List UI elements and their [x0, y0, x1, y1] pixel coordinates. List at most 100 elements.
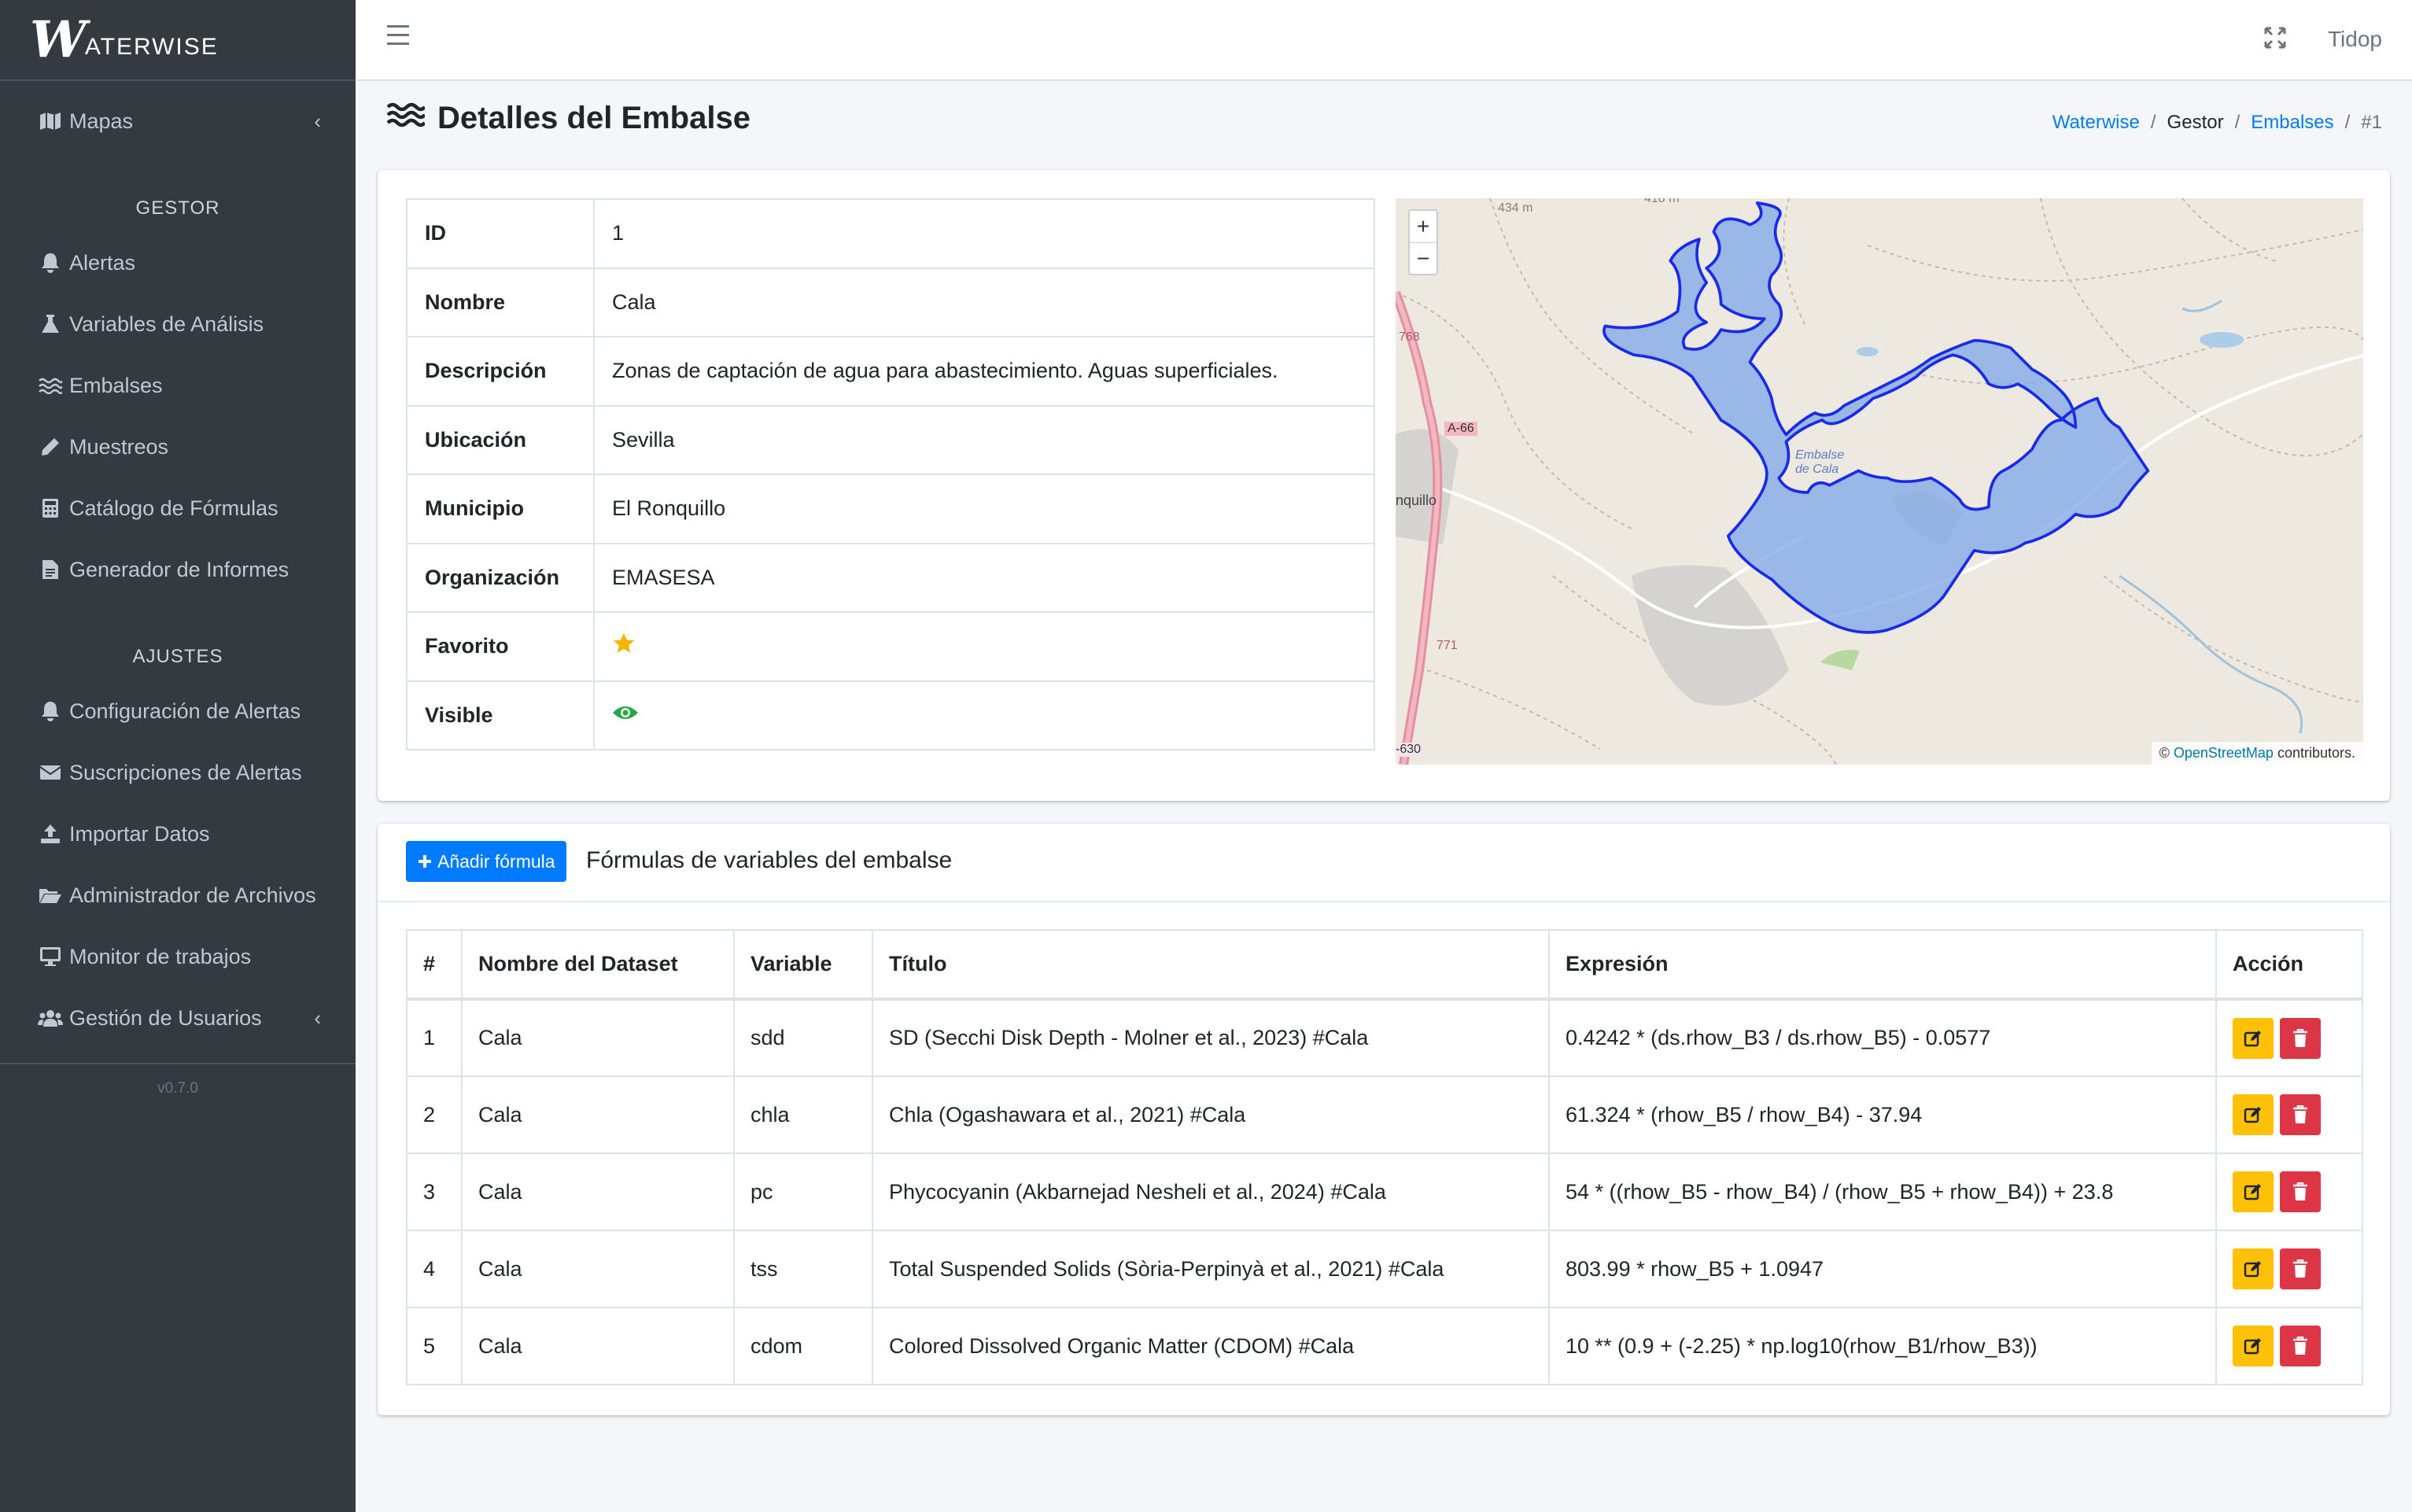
sidebar-item-archivos[interactable]: Administrador de Archivos	[0, 865, 356, 926]
sidebar-item-label: Configuración de Alertas	[69, 699, 301, 723]
edit-button[interactable]	[2233, 1171, 2274, 1212]
map-label-road: -630	[1396, 743, 1422, 757]
sidebar-item-muestreos[interactable]: Muestreos	[0, 416, 356, 478]
top-navbar: Tidop	[356, 0, 2412, 81]
eye-icon[interactable]	[612, 703, 639, 722]
formulas-table: # Nombre del Dataset Variable Título Exp…	[406, 929, 2363, 1385]
actions-cell	[2215, 1075, 2363, 1154]
sidebar-item-usuarios[interactable]: Gestión de Usuarios ‹	[0, 987, 356, 1049]
sidebar-item-label: Mapas	[69, 109, 134, 133]
table-row: 2 Cala chla Chla (Ogashawara et al., 202…	[406, 1075, 2363, 1154]
sidebar-item-importar[interactable]: Importar Datos	[0, 803, 356, 865]
edit-button[interactable]	[2233, 1017, 2274, 1059]
fullscreen-icon[interactable]	[2264, 27, 2286, 54]
sidebar-item-informes[interactable]: Generador de Informes	[0, 539, 356, 600]
star-icon[interactable]	[612, 632, 636, 655]
folder-open-icon	[36, 887, 65, 904]
variable-cell: sdd	[733, 998, 873, 1077]
table-row: 3 Cala pc Phycocyanin (Akbarnejad Neshel…	[406, 1152, 2363, 1231]
zoom-in-button[interactable]: +	[1410, 211, 1437, 242]
map-label-road: A-66	[1444, 422, 1477, 436]
title-cell: SD (Secchi Disk Depth - Molner et al., 2…	[872, 998, 1550, 1077]
detail-key: Descripción	[406, 336, 595, 407]
sidebar-item-label: Alertas	[69, 250, 136, 275]
trash-icon	[2293, 1182, 2307, 1200]
variable-cell: chla	[733, 1075, 873, 1154]
edit-icon	[2244, 1030, 2261, 1046]
sidebar-item-mapas[interactable]: Mapas ‹	[0, 90, 356, 152]
column-header: Expresión	[1548, 929, 2217, 1001]
water-icon	[386, 101, 426, 136]
edit-button[interactable]	[2233, 1094, 2274, 1135]
table-row: Favorito	[406, 611, 1375, 682]
calculator-icon	[36, 498, 65, 518]
actions-cell	[2215, 998, 2363, 1077]
table-row: Municipio El Ronquillo	[406, 474, 1375, 544]
trash-icon	[2293, 1105, 2307, 1123]
breadcrumb-waterwise[interactable]: Waterwise	[2052, 112, 2140, 134]
map-label-road: 771	[1437, 639, 1458, 652]
delete-button[interactable]	[2280, 1248, 2321, 1289]
brand-logo[interactable]: W ATERWISE	[0, 0, 356, 81]
sidebar-item-label: Embalses	[69, 373, 163, 397]
sidebar-item-alertas[interactable]: Alertas	[0, 232, 356, 293]
breadcrumb-embalses[interactable]: Embalses	[2251, 112, 2333, 134]
row-number: 3	[406, 1152, 463, 1231]
column-header: Acción	[2215, 929, 2363, 1001]
map-tiles	[1396, 198, 2363, 765]
edit-icon	[2244, 1107, 2261, 1123]
title-cell: Phycocyanin (Akbarnejad Nesheli et al., …	[872, 1152, 1550, 1231]
menu-toggle-icon[interactable]	[387, 25, 409, 51]
delete-button[interactable]	[2280, 1017, 2321, 1059]
delete-button[interactable]	[2280, 1326, 2321, 1366]
map-icon	[36, 112, 65, 131]
delete-button[interactable]	[2280, 1171, 2321, 1212]
chevron-left-icon: ‹	[314, 1005, 321, 1030]
title-cell: Colored Dissolved Organic Matter (CDOM) …	[872, 1307, 1550, 1385]
zoom-out-button[interactable]: −	[1410, 242, 1437, 274]
add-formula-button[interactable]: Añadir fórmula	[406, 841, 566, 882]
edit-icon	[2244, 1261, 2261, 1278]
sidebar-item-variables[interactable]: Variables de Análisis	[0, 293, 356, 355]
sidebar-item-monitor[interactable]: Monitor de trabajos	[0, 926, 356, 987]
attribution-link[interactable]: OpenStreetMap	[2174, 745, 2274, 761]
user-menu[interactable]: Tidop	[2328, 27, 2382, 52]
detail-value: Cala	[593, 267, 1375, 337]
desktop-icon	[36, 946, 65, 967]
sidebar-item-label: Variables de Análisis	[69, 312, 264, 336]
map-attribution: © OpenStreetMap contributors.	[2151, 742, 2363, 765]
map-label-elevation: 418 m	[1644, 198, 1680, 205]
sidebar-item-suscripciones[interactable]: Suscripciones de Alertas	[0, 742, 356, 803]
delete-button[interactable]	[2280, 1094, 2321, 1135]
detail-key: Organización	[406, 542, 595, 613]
breadcrumb-separator: /	[2344, 112, 2351, 133]
edit-button[interactable]	[2233, 1326, 2274, 1366]
table-row: Organización EMASESA	[406, 542, 1375, 613]
flask-icon	[36, 314, 65, 334]
reservoir-details-card: ID 1 Nombre Cala Descripción Zonas de capta…	[378, 170, 2390, 801]
sidebar-item-catalogo[interactable]: Catálogo de Fórmulas	[0, 478, 356, 539]
trash-icon	[2293, 1028, 2307, 1047]
envelope-icon	[36, 764, 65, 781]
table-row: Visible	[406, 680, 1375, 750]
expression-cell: 0.4242 * (ds.rhow_B3 / ds.rhow_B5) - 0.0…	[1548, 998, 2217, 1077]
title-cell: Total Suspended Solids (Sòria-Perpinyà e…	[872, 1230, 1550, 1308]
detail-value: 1	[593, 198, 1375, 269]
sidebar-item-config-alertas[interactable]: Configuración de Alertas	[0, 680, 356, 742]
row-number: 2	[406, 1075, 463, 1154]
section-header-ajustes: AJUSTES	[132, 646, 223, 667]
bell-icon	[36, 701, 65, 721]
sidebar-item-embalses[interactable]: Embalses	[0, 355, 356, 416]
variable-cell: pc	[733, 1152, 873, 1231]
dataset-cell: Cala	[461, 1307, 735, 1385]
detail-key: Ubicación	[406, 404, 595, 475]
expression-cell: 61.324 * (rhow_B5 / rhow_B4) - 37.94	[1548, 1075, 2217, 1154]
map-label-reservoir: Embalse de Cala	[1795, 448, 1845, 476]
edit-button[interactable]	[2233, 1248, 2274, 1289]
dataset-cell: Cala	[461, 1230, 735, 1308]
formulas-title: Fórmulas de variables del embalse	[586, 847, 953, 873]
detail-key: Visible	[406, 680, 595, 750]
trash-icon	[2293, 1337, 2307, 1355]
table-row: Nombre Cala	[406, 267, 1375, 337]
reservoir-map[interactable]: + − 434 m 418 m A-66 768 771 -630 nquill…	[1396, 198, 2363, 765]
